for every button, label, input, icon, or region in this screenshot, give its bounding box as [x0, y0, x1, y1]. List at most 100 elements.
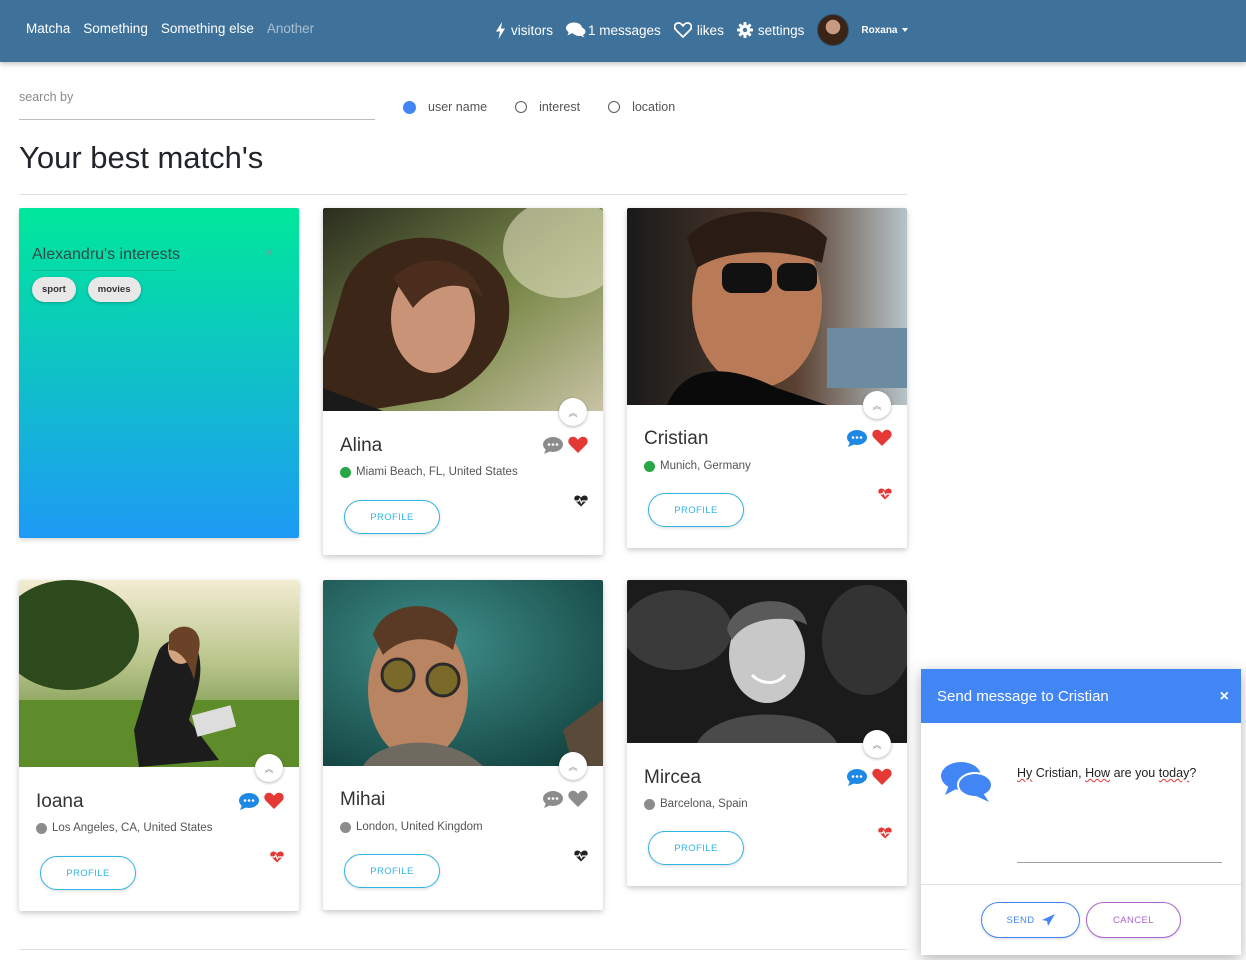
radio-label: interest	[539, 100, 581, 114]
expand-icon[interactable]: ︽	[559, 752, 587, 780]
user-name: Roxana	[861, 24, 898, 36]
radio-user-name[interactable]: user name	[403, 100, 487, 114]
nav-link-something[interactable]: Something	[83, 21, 148, 36]
close-icon[interactable]: ×	[265, 244, 273, 260]
nav-settings[interactable]: settings	[736, 22, 805, 38]
nav-actions: visitors 1 messages likes settings Roxan…	[495, 14, 909, 46]
cancel-button[interactable]: CANCEL	[1086, 902, 1181, 938]
comment-dots-icon[interactable]	[239, 792, 259, 810]
radio-label: location	[632, 100, 676, 114]
message-part: Cristian,	[1032, 766, 1086, 780]
online-status-icon	[644, 460, 655, 472]
interest-tag[interactable]: movies	[87, 277, 141, 302]
interests-card: Alexandru's interests × sport movies	[19, 208, 299, 538]
user-menu[interactable]: Roxana	[861, 24, 909, 36]
interest-tag[interactable]: sport	[32, 277, 76, 302]
profile-location: London, United Kingdom	[340, 821, 483, 833]
profile-card-mircea: ︽ Mircea Barcelona, Spain PROFILE	[627, 580, 907, 886]
profile-name: Mircea	[644, 767, 702, 788]
radio-interest[interactable]: interest	[515, 100, 580, 114]
profile-location: Barcelona, Spain	[644, 798, 748, 810]
comment-dots-icon[interactable]	[847, 768, 867, 786]
user-avatar[interactable]	[817, 14, 850, 46]
heart-icon[interactable]	[264, 792, 284, 810]
profile-photo[interactable]	[19, 580, 299, 767]
heart-icon[interactable]	[872, 768, 892, 786]
heart-icon[interactable]	[872, 429, 892, 447]
radio-location[interactable]: location	[608, 100, 675, 114]
search-type-options: user name interest location	[403, 100, 675, 114]
interests-title: Alexandru's interests	[32, 246, 180, 271]
offline-status-icon	[644, 798, 655, 810]
radio-label: user name	[428, 100, 488, 114]
comment-dots-icon[interactable]	[543, 436, 563, 454]
expand-icon[interactable]: ︽	[255, 754, 283, 782]
comment-dots-icon[interactable]	[847, 429, 867, 447]
comments-icon	[941, 762, 993, 802]
offline-status-icon	[36, 822, 47, 834]
profile-photo[interactable]	[627, 580, 907, 743]
message-part: How	[1085, 766, 1111, 780]
nav-visitors[interactable]: visitors	[495, 21, 553, 39]
location-text: Barcelona, Spain	[660, 798, 748, 810]
message-textarea[interactable]: Hy Cristian, How are you today?	[1017, 766, 1196, 780]
messages-label: 1 messages	[588, 22, 661, 38]
profile-location: Munich, Germany	[644, 460, 751, 472]
radio-empty-icon	[608, 101, 621, 113]
location-text: London, United Kingdom	[356, 821, 483, 833]
profile-card-alina: ︽ Alina Miami Beach, FL, United States P…	[323, 208, 603, 555]
send-message-modal: Send message to Cristian × Hy Cristian, …	[921, 669, 1241, 955]
message-part: are you	[1110, 766, 1159, 780]
send-button[interactable]: SEND	[981, 902, 1080, 938]
top-navbar: Matcha Something Something else Another …	[0, 0, 1246, 62]
gear-icon	[736, 22, 753, 38]
nav-link-another[interactable]: Another	[267, 21, 314, 36]
modal-header: Send message to Cristian ×	[921, 669, 1241, 723]
online-status-icon	[340, 466, 351, 478]
profile-photo[interactable]	[627, 208, 907, 405]
close-icon[interactable]: ×	[1220, 688, 1229, 706]
expand-icon[interactable]: ︽	[863, 730, 891, 758]
profile-button[interactable]: PROFILE	[344, 854, 440, 888]
profile-location: Miami Beach, FL, United States	[340, 466, 518, 478]
heartbeat-icon	[270, 851, 284, 863]
location-text: Munich, Germany	[660, 460, 751, 472]
radio-selected-icon	[403, 100, 416, 114]
profile-actions	[847, 768, 892, 786]
profile-name: Cristian	[644, 428, 709, 449]
location-text: Miami Beach, FL, United States	[356, 466, 518, 478]
heart-outline-icon	[673, 22, 692, 38]
likes-label: likes	[696, 22, 724, 38]
nav-likes[interactable]: likes	[673, 22, 724, 38]
comment-dots-icon[interactable]	[543, 790, 563, 808]
textarea-underline	[1017, 862, 1222, 863]
profile-photo[interactable]	[323, 208, 603, 411]
heart-icon[interactable]	[568, 436, 588, 454]
profile-button[interactable]: PROFILE	[648, 831, 744, 865]
profile-actions	[543, 790, 588, 808]
profile-name: Mihai	[340, 789, 386, 810]
profile-button[interactable]: PROFILE	[648, 493, 744, 527]
brand-link[interactable]: Matcha	[26, 21, 70, 36]
heart-icon[interactable]	[568, 790, 588, 808]
divider	[19, 949, 907, 950]
expand-icon[interactable]: ︽	[863, 391, 891, 419]
settings-label: settings	[757, 22, 805, 38]
profile-photo[interactable]	[323, 580, 603, 766]
profile-name: Alina	[340, 435, 383, 456]
nav-messages[interactable]: 1 messages	[566, 22, 661, 38]
radio-empty-icon	[515, 101, 528, 113]
heartbeat-icon	[574, 495, 588, 507]
profile-button[interactable]: PROFILE	[40, 856, 136, 890]
nav-link-something-else[interactable]: Something else	[161, 21, 254, 36]
send-label: SEND	[1006, 914, 1035, 926]
interest-tags: sport movies	[32, 277, 141, 302]
profile-actions	[543, 436, 588, 454]
profile-card-ioana: ︽ Ioana Los Angeles, CA, United States P…	[19, 580, 299, 911]
profile-button[interactable]: PROFILE	[344, 500, 440, 534]
nav-links: Matcha Something Something else Another	[26, 21, 314, 36]
profile-card-mihai: ︽ Mihai London, United Kingdom PROFILE	[323, 580, 603, 910]
expand-icon[interactable]: ︽	[559, 398, 587, 426]
search-input[interactable]	[19, 90, 375, 104]
profile-name: Ioana	[36, 791, 84, 812]
